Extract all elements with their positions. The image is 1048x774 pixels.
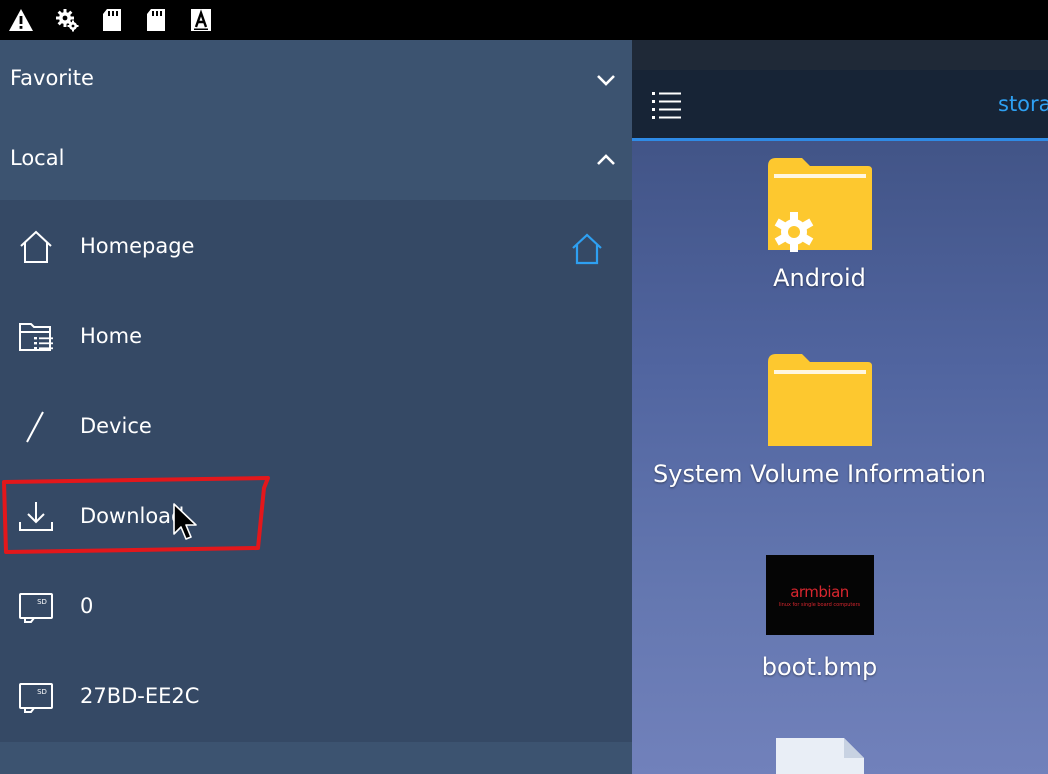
file-name: System Volume Information [653,460,986,488]
nav-label: Download [80,504,185,528]
section-title: Local [10,146,65,170]
home-icon [20,230,52,263]
text-a-icon [191,9,211,31]
file-name: Android [773,264,866,292]
file-view: stora Android System Volume Information … [632,40,1048,774]
section-favorite[interactable]: Favorite [0,40,632,120]
grid-item-file[interactable] [632,734,1007,774]
sd-card-icon: SD [19,593,53,623]
chevron-down-icon[interactable] [594,68,618,92]
sd-card-icon: SD [19,683,53,713]
file-icon [775,738,864,774]
list-menu-icon[interactable] [650,88,684,120]
home-icon[interactable] [570,232,604,266]
file-toolbar: stora [632,70,1048,141]
folder-gear-icon [767,158,872,252]
status-bar [0,0,1048,40]
grid-item-android[interactable]: Android [632,154,1007,292]
nav-label: Homepage [80,234,195,258]
folder-icon [767,354,872,446]
navigation-drawer: Favorite Local Homepage Home Device Down… [0,40,632,774]
settings-icon [56,9,79,32]
thumbnail-brand-text: armbian [790,582,849,601]
nav-item-device[interactable]: Device [0,382,632,472]
slash-icon [26,411,44,443]
image-thumbnail: armbian linux for single board computers [765,555,874,635]
section-header-next[interactable] [0,742,632,774]
path-breadcrumb[interactable]: stora [998,92,1048,116]
section-title: Favorite [10,66,94,90]
thumbnail-tagline: linux for single board computers [778,601,861,608]
nav-label: 27BD-EE2C [80,684,200,708]
nav-item-homepage[interactable]: Homepage [0,202,632,292]
nav-item-home[interactable]: Home [0,292,632,382]
svg-text:SD: SD [37,598,47,606]
nav-item-download[interactable]: Download [0,472,632,562]
sd-card-icon [147,9,165,31]
nav-item-storage-0[interactable]: SD 0 [0,562,632,652]
folder-list-icon [19,323,53,351]
file-name: boot.bmp [761,653,878,681]
nav-item-storage-27bd-ee2c[interactable]: SD 27BD-EE2C [0,652,632,742]
sd-card-icon [103,9,121,31]
chevron-up-icon[interactable] [594,148,618,172]
warning-icon [9,9,33,31]
download-icon [19,502,53,531]
nav-label: 0 [80,594,94,618]
svg-text:SD: SD [37,688,47,696]
grid-item-system-volume-information[interactable]: System Volume Information [632,350,1007,488]
nav-label: Device [80,414,152,438]
grid-item-boot-bmp[interactable]: armbian linux for single board computers… [632,555,1007,681]
section-local[interactable]: Local [0,120,632,200]
nav-label: Home [80,324,143,348]
title-strip [632,40,1048,70]
